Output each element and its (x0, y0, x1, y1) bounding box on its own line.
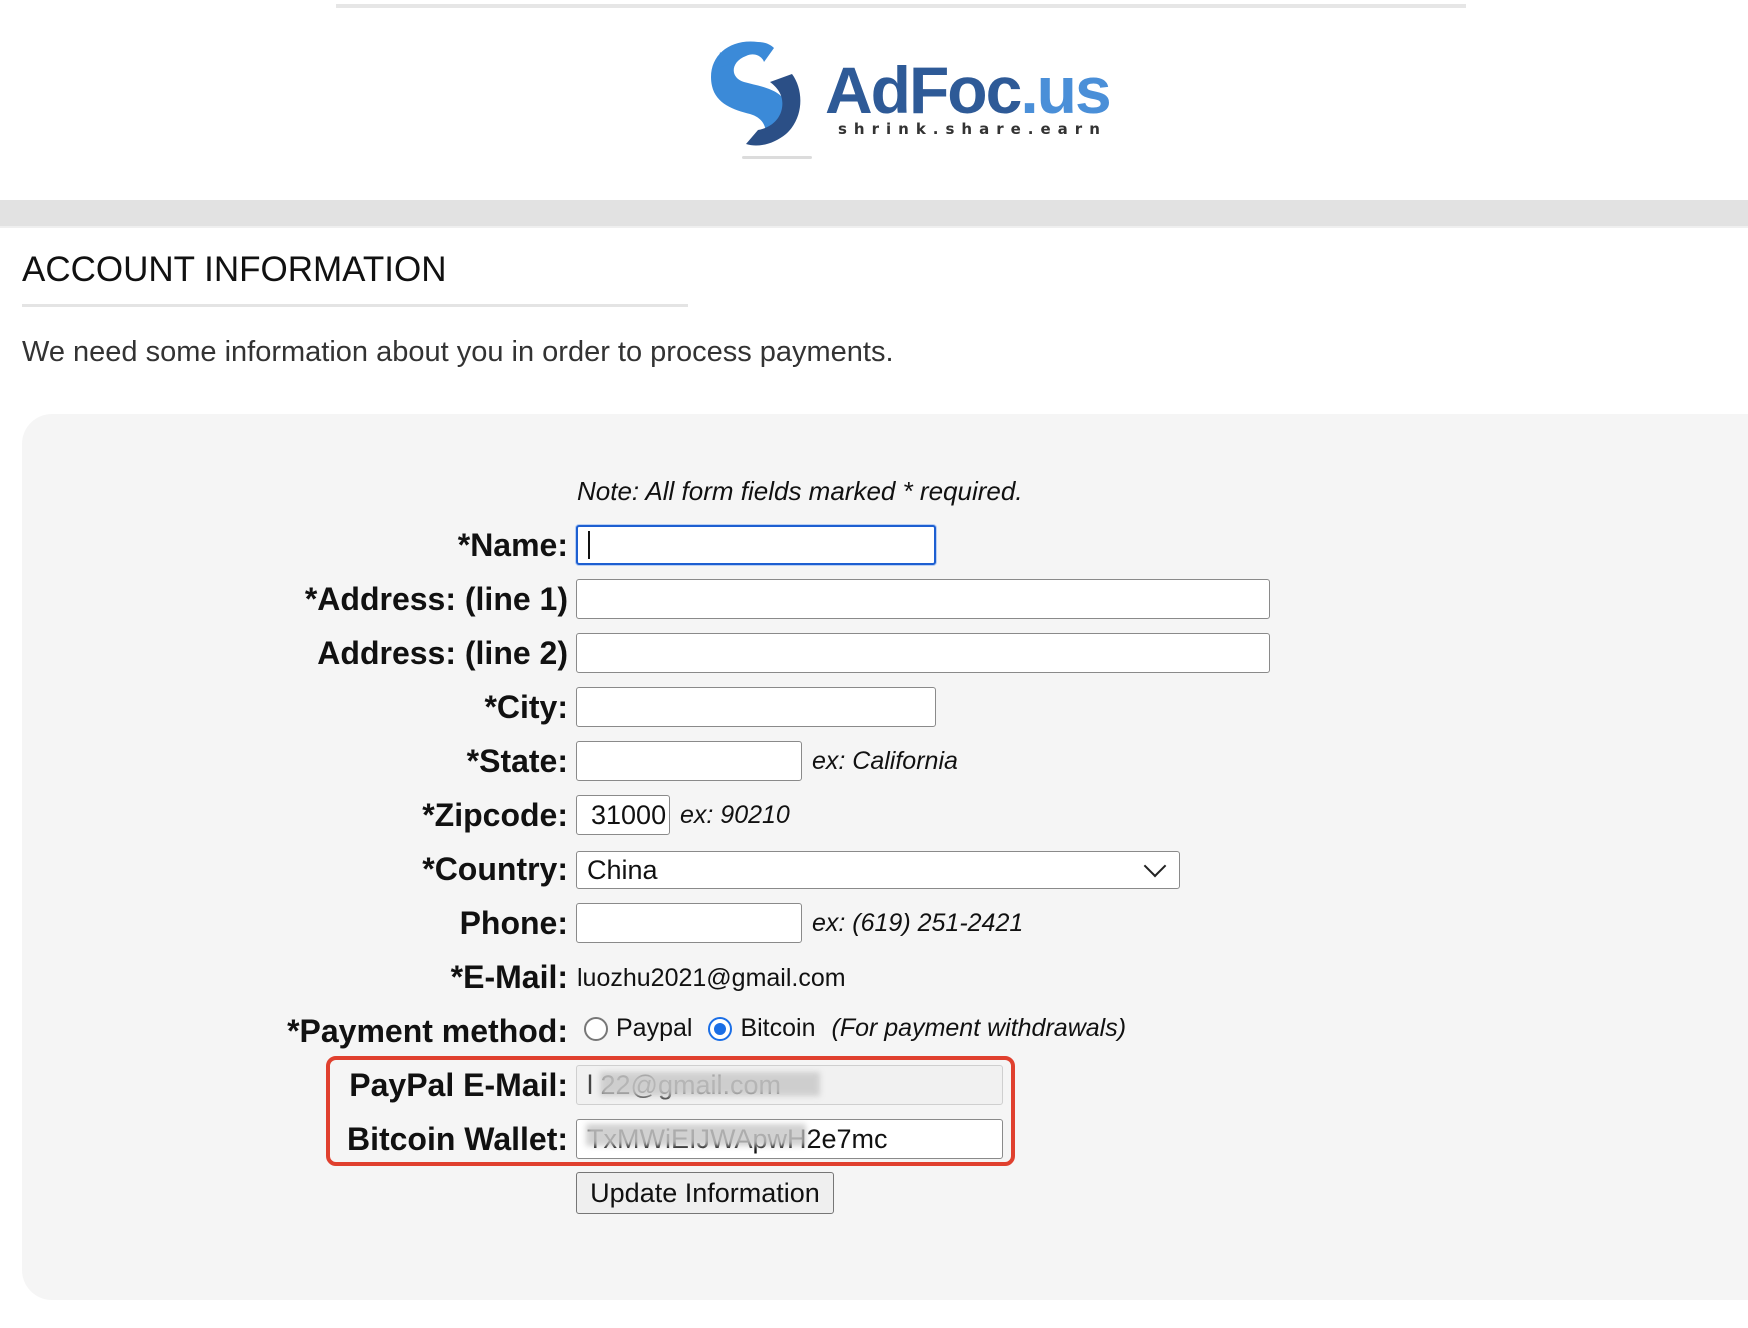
intro-text: We need some information about you in or… (22, 336, 894, 368)
country-selected-value: China (587, 854, 658, 885)
bitcoin-radio-label[interactable]: Bitcoin (740, 1014, 815, 1043)
bitcoin-wallet-label: Bitcoin Wallet: (346, 1121, 568, 1157)
address2-label: Address: (line 2) (317, 635, 568, 671)
required-note: Note: All form fields marked * required. (577, 476, 1023, 506)
redaction-blur (586, 1124, 806, 1146)
logo-tagline: shrink.share.earn (838, 120, 1107, 138)
city-label: *City: (484, 689, 568, 725)
phone-label: Phone: (459, 905, 568, 941)
phone-hint: ex: (619) 251-2421 (812, 909, 1024, 937)
email-label: *E-Mail: (450, 959, 568, 995)
address-line2-input[interactable] (576, 633, 1270, 673)
address-line1-input[interactable] (576, 579, 1270, 619)
address1-label: *Address: (line 1) (304, 581, 568, 617)
logo-shadow (742, 156, 812, 159)
paypal-email-label: PayPal E-Mail: (349, 1067, 568, 1103)
zipcode-input[interactable]: 31000 (576, 795, 670, 835)
chevron-down-icon (1143, 854, 1167, 878)
name-label: *Name: (457, 527, 568, 563)
country-select[interactable]: China (576, 851, 1180, 889)
title-underline (22, 304, 688, 307)
payment-method-label: *Payment method: (287, 1013, 568, 1049)
state-hint: ex: California (812, 747, 958, 775)
phone-input[interactable] (576, 903, 802, 943)
zipcode-hint: ex: 90210 (680, 801, 790, 829)
logo-wordmark: AdFoc.us (825, 53, 1112, 127)
page-title: ACCOUNT INFORMATION (22, 250, 447, 289)
state-label: *State: (466, 743, 568, 779)
payment-method-note: (For payment withdrawals) (831, 1014, 1127, 1042)
name-input[interactable] (576, 525, 936, 565)
header-divider-bar (0, 200, 1748, 228)
redaction-blur (600, 1072, 820, 1096)
country-label: *Country: (422, 851, 568, 887)
logo-swirl-icon (711, 41, 801, 146)
header-top-rule (336, 4, 1466, 8)
paypal-radio-label[interactable]: Paypal (616, 1014, 692, 1043)
state-input[interactable] (576, 741, 802, 781)
adfocus-logo[interactable]: AdFoc.us shrink.share.earn (700, 34, 1112, 164)
text-caret (588, 531, 590, 559)
payment-method-group: Paypal Bitcoin (For payment withdrawals) (584, 1014, 1126, 1043)
email-value: luozhu2021@gmail.com (577, 964, 846, 992)
paypal-radio[interactable] (584, 1016, 608, 1041)
bitcoin-radio[interactable] (708, 1016, 733, 1041)
city-input[interactable] (576, 687, 936, 727)
update-information-button[interactable]: Update Information (576, 1172, 834, 1214)
zipcode-label: *Zipcode: (422, 797, 568, 833)
